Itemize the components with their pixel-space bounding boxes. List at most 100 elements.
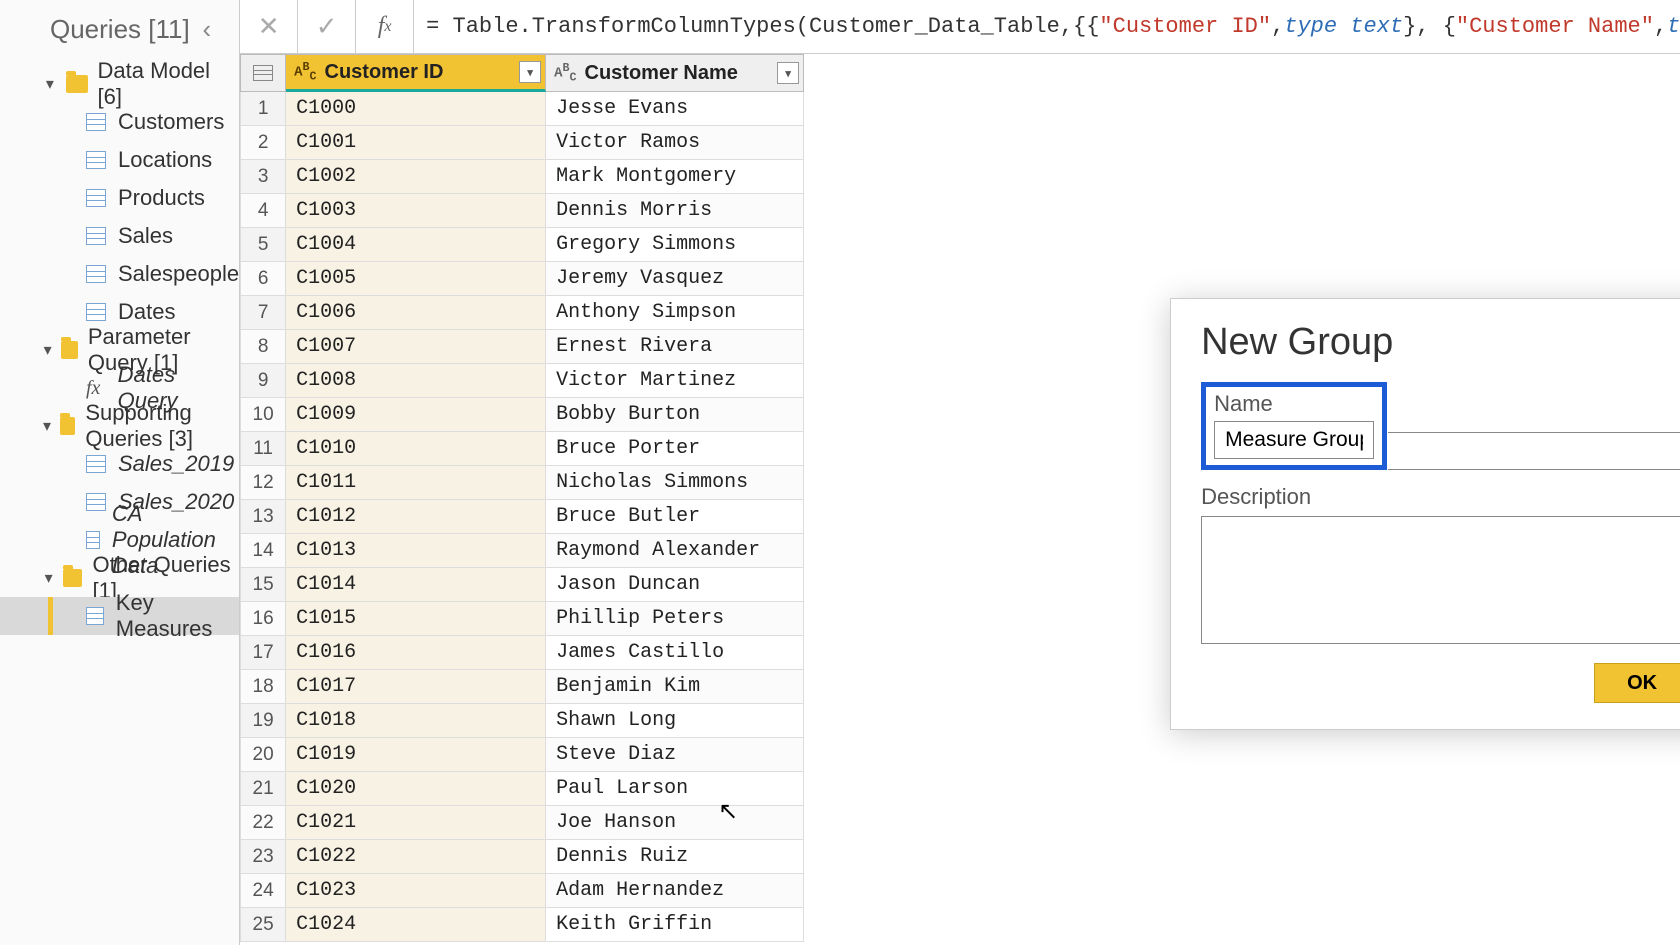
cell-customer-id[interactable]: C1014 [286,568,546,602]
folder-icon [63,569,82,587]
cell-customer-id[interactable]: C1011 [286,466,546,500]
row-header[interactable]: 1 [240,92,286,126]
group-name-input[interactable] [1214,421,1374,459]
row-header[interactable]: 2 [240,126,286,160]
cell-customer-name[interactable]: Victor Martinez [546,364,804,398]
formula-fx-button[interactable]: fx [356,0,414,53]
row-header[interactable]: 8 [240,330,286,364]
column-filter-button[interactable]: ▾ [519,61,541,83]
cell-customer-name[interactable]: Adam Hernandez [546,874,804,908]
cell-customer-name[interactable]: Bruce Butler [546,500,804,534]
cell-customer-id[interactable]: C1004 [286,228,546,262]
formula-cancel-button[interactable]: ✕ [240,0,298,53]
column-filter-button[interactable]: ▾ [777,62,799,84]
cell-customer-name[interactable]: Shawn Long [546,704,804,738]
cell-customer-name[interactable]: Ernest Rivera [546,330,804,364]
query-group[interactable]: ▾Data Model [6] [0,65,239,103]
query-group[interactable]: ▾Supporting Queries [3] [0,407,239,445]
query-item[interactable]: Salespeople [0,255,239,293]
row-header[interactable]: 18 [240,670,286,704]
row-header[interactable]: 19 [240,704,286,738]
cell-customer-id[interactable]: C1009 [286,398,546,432]
query-item[interactable]: Sales_2019 [0,445,239,483]
cell-customer-id[interactable]: C1000 [286,92,546,126]
cell-customer-name[interactable]: Victor Ramos [546,126,804,160]
row-header[interactable]: 5 [240,228,286,262]
cell-customer-id[interactable]: C1002 [286,160,546,194]
cell-customer-id[interactable]: C1012 [286,500,546,534]
grid-corner[interactable] [240,54,286,92]
cell-customer-id[interactable]: C1008 [286,364,546,398]
cell-customer-name[interactable]: Steve Diaz [546,738,804,772]
cell-customer-name[interactable]: Phillip Peters [546,602,804,636]
cell-customer-name[interactable]: Joe Hanson [546,806,804,840]
cell-customer-name[interactable]: Bobby Burton [546,398,804,432]
cell-customer-id[interactable]: C1024 [286,908,546,942]
collapse-panel-button[interactable]: ‹ [192,10,221,49]
cell-customer-id[interactable]: C1022 [286,840,546,874]
row-header[interactable]: 20 [240,738,286,772]
group-name-input-ext[interactable] [1388,432,1680,470]
cell-customer-id[interactable]: C1023 [286,874,546,908]
row-header[interactable]: 21 [240,772,286,806]
row-header[interactable]: 23 [240,840,286,874]
cell-customer-id[interactable]: C1007 [286,330,546,364]
cell-customer-name[interactable]: Paul Larson [546,772,804,806]
row-header[interactable]: 15 [240,568,286,602]
cell-customer-id[interactable]: C1001 [286,126,546,160]
query-item[interactable]: Locations [0,141,239,179]
cell-customer-id[interactable]: C1017 [286,670,546,704]
cell-customer-name[interactable]: Jason Duncan [546,568,804,602]
row-header[interactable]: 24 [240,874,286,908]
cell-customer-name[interactable]: Anthony Simpson [546,296,804,330]
folder-icon [61,341,78,359]
row-header[interactable]: 6 [240,262,286,296]
cell-customer-id[interactable]: C1016 [286,636,546,670]
row-header[interactable]: 10 [240,398,286,432]
row-header[interactable]: 4 [240,194,286,228]
cell-customer-name[interactable]: Mark Montgomery [546,160,804,194]
cell-customer-id[interactable]: C1020 [286,772,546,806]
query-item[interactable]: Customers [0,103,239,141]
cell-customer-id[interactable]: C1018 [286,704,546,738]
ok-button[interactable]: OK [1594,663,1680,703]
cell-customer-name[interactable]: Bruce Porter [546,432,804,466]
cell-customer-id[interactable]: C1021 [286,806,546,840]
cell-customer-name[interactable]: Gregory Simmons [546,228,804,262]
formula-input[interactable]: = Table.TransformColumnTypes(Customer_Da… [414,0,1680,53]
row-header[interactable]: 3 [240,160,286,194]
column-header[interactable]: ABCCustomer Name▾ [546,54,804,92]
cell-customer-name[interactable]: Dennis Morris [546,194,804,228]
row-header[interactable]: 17 [240,636,286,670]
cell-customer-name[interactable]: Keith Griffin [546,908,804,942]
cell-customer-id[interactable]: C1005 [286,262,546,296]
query-item[interactable]: Sales [0,217,239,255]
row-header[interactable]: 25 [240,908,286,942]
column-header[interactable]: ABCCustomer ID▾ [286,54,546,92]
cell-customer-name[interactable]: Dennis Ruiz [546,840,804,874]
cell-customer-id[interactable]: C1003 [286,194,546,228]
formula-commit-button[interactable]: ✓ [298,0,356,53]
cell-customer-id[interactable]: C1019 [286,738,546,772]
cell-customer-name[interactable]: Jeremy Vasquez [546,262,804,296]
cell-customer-name[interactable]: Raymond Alexander [546,534,804,568]
cell-customer-name[interactable]: James Castillo [546,636,804,670]
row-header[interactable]: 16 [240,602,286,636]
row-header[interactable]: 7 [240,296,286,330]
cell-customer-name[interactable]: Nicholas Simmons [546,466,804,500]
row-header[interactable]: 9 [240,364,286,398]
row-header[interactable]: 13 [240,500,286,534]
group-description-input[interactable] [1201,516,1680,644]
cell-customer-name[interactable]: Jesse Evans [546,92,804,126]
cell-customer-name[interactable]: Benjamin Kim [546,670,804,704]
row-header[interactable]: 11 [240,432,286,466]
row-header[interactable]: 22 [240,806,286,840]
query-item[interactable]: Products [0,179,239,217]
row-header[interactable]: 14 [240,534,286,568]
cell-customer-id[interactable]: C1006 [286,296,546,330]
cell-customer-id[interactable]: C1015 [286,602,546,636]
query-item[interactable]: Key Measures [0,597,239,635]
row-header[interactable]: 12 [240,466,286,500]
cell-customer-id[interactable]: C1013 [286,534,546,568]
cell-customer-id[interactable]: C1010 [286,432,546,466]
